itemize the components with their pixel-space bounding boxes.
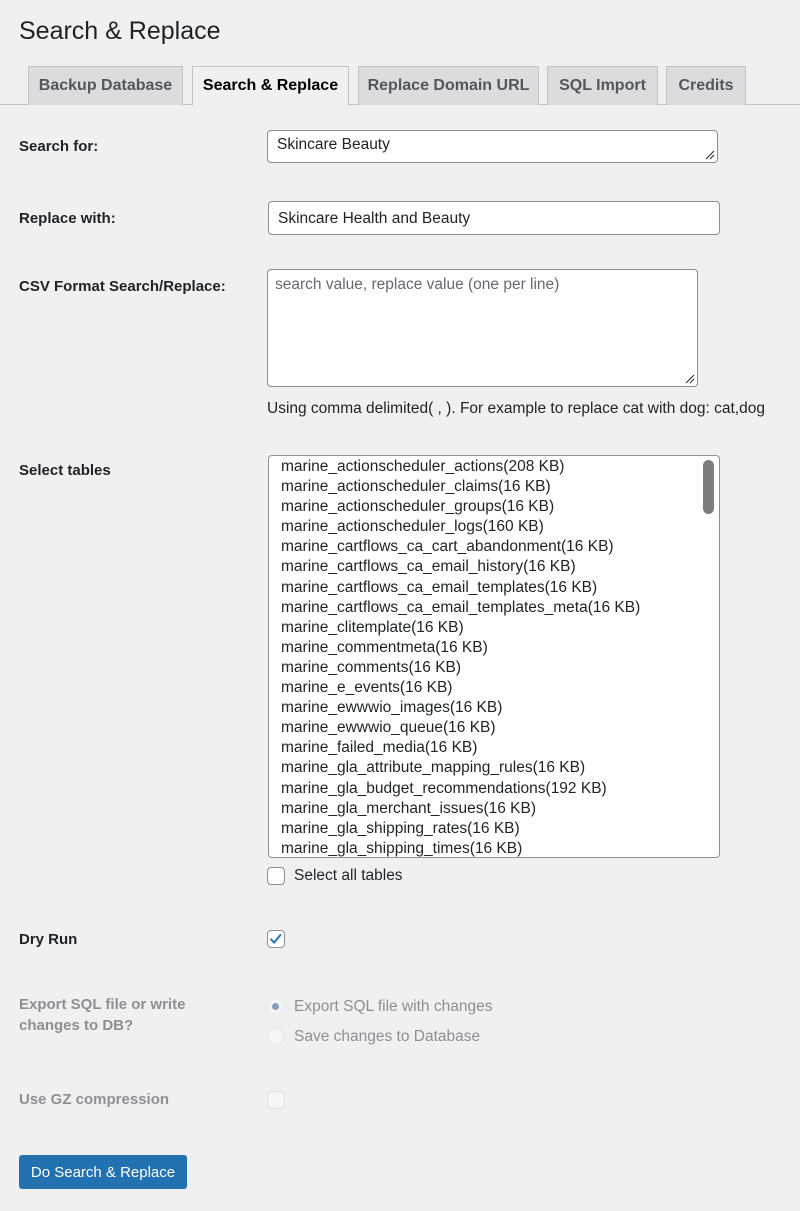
table-option[interactable]: marine_cartflows_ca_email_history(16 KB)	[269, 557, 719, 577]
search-for-label: Search for:	[19, 138, 99, 155]
table-option[interactable]: marine_cartflows_ca_email_templates(16 K…	[269, 578, 719, 598]
table-option[interactable]: marine_gla_shipping_rates(16 KB)	[269, 819, 719, 839]
replace-with-value: Skincare Health and Beauty	[278, 210, 471, 227]
dry-run-checkbox[interactable]	[267, 930, 285, 948]
resize-grip-icon[interactable]	[685, 374, 695, 384]
tables-multiselect[interactable]: marine_actionscheduler_actions(208 KB) ma…	[268, 455, 720, 858]
tab-credits[interactable]: Credits	[666, 66, 746, 105]
table-option[interactable]: marine_actionscheduler_groups(16 KB)	[269, 497, 719, 517]
save-to-db-radio[interactable]	[267, 1028, 284, 1045]
table-options-list: marine_actionscheduler_actions(208 KB) ma…	[269, 456, 719, 857]
gz-compression-checkbox[interactable]	[267, 1091, 285, 1109]
table-option[interactable]: marine_gla_budget_recommendations(192 KB…	[269, 779, 719, 799]
dry-run-label: Dry Run	[19, 931, 78, 948]
tab-backup-database[interactable]: Backup Database	[28, 66, 183, 105]
export-mode-label-line1: Export SQL file or write	[19, 996, 186, 1013]
tab-sql-import[interactable]: SQL Import	[547, 66, 658, 105]
csv-help-text: Using comma delimited( , ). For example …	[267, 400, 765, 417]
table-option[interactable]: marine_comments(16 KB)	[269, 658, 719, 678]
select-tables-label: Select tables	[19, 462, 111, 479]
csv-label: CSV Format Search/Replace:	[19, 278, 226, 295]
table-option[interactable]: marine_gla_attribute_mapping_rules(16 KB…	[269, 758, 719, 778]
resize-grip-icon[interactable]	[705, 150, 715, 160]
table-option[interactable]: marine_e_events(16 KB)	[269, 678, 719, 698]
export-sql-radio[interactable]	[267, 998, 284, 1015]
gz-compression-label: Use GZ compression	[19, 1091, 170, 1108]
scrollbar-thumb[interactable]	[703, 460, 714, 514]
table-option[interactable]: marine_cartflows_ca_email_templates_meta…	[269, 598, 719, 618]
table-option[interactable]: marine_ewwwio_images(16 KB)	[269, 698, 719, 718]
select-all-tables-label[interactable]: Select all tables	[294, 867, 403, 885]
table-option[interactable]: marine_gla_merchant_issues(16 KB)	[269, 799, 719, 819]
table-option[interactable]: marine_commentmeta(16 KB)	[269, 638, 719, 658]
do-search-replace-button[interactable]: Do Search & Replace	[19, 1155, 187, 1189]
search-for-textarea[interactable]: Skincare Beauty	[267, 130, 718, 163]
table-option[interactable]: marine_actionscheduler_claims(16 KB)	[269, 477, 719, 497]
radio-selected-dot	[272, 1003, 279, 1010]
select-all-tables-checkbox[interactable]	[267, 867, 285, 885]
table-option[interactable]: marine_gla_shipping_times(16 KB)	[269, 839, 719, 857]
table-option[interactable]: marine_failed_media(16 KB)	[269, 738, 719, 758]
replace-with-input[interactable]: Skincare Health and Beauty	[268, 201, 720, 235]
table-option[interactable]: marine_clitemplate(16 KB)	[269, 618, 719, 638]
tab-search-replace[interactable]: Search & Replace	[192, 66, 349, 106]
table-option[interactable]: marine_actionscheduler_actions(208 KB)	[269, 457, 719, 477]
csv-placeholder: search value, replace value (one per lin…	[275, 276, 560, 293]
nav-tabs: Backup Database Search & Replace Replace…	[0, 65, 800, 106]
checkmark-icon	[270, 934, 282, 944]
save-to-db-label[interactable]: Save changes to Database	[294, 1028, 480, 1046]
table-option[interactable]: marine_ewwwio_queue(16 KB)	[269, 718, 719, 738]
table-option[interactable]: marine_cartflows_ca_cart_abandonment(16 …	[269, 537, 719, 557]
table-option[interactable]: marine_actionscheduler_logs(160 KB)	[269, 517, 719, 537]
export-mode-label-line2: changes to DB?	[19, 1017, 134, 1034]
replace-with-label: Replace with:	[19, 210, 116, 227]
search-for-value: Skincare Beauty	[277, 136, 390, 153]
csv-textarea[interactable]: search value, replace value (one per lin…	[267, 269, 698, 387]
tab-replace-domain-url[interactable]: Replace Domain URL	[358, 66, 539, 105]
page-title: Search & Replace	[19, 17, 221, 45]
export-sql-label[interactable]: Export SQL file with changes	[294, 998, 492, 1016]
